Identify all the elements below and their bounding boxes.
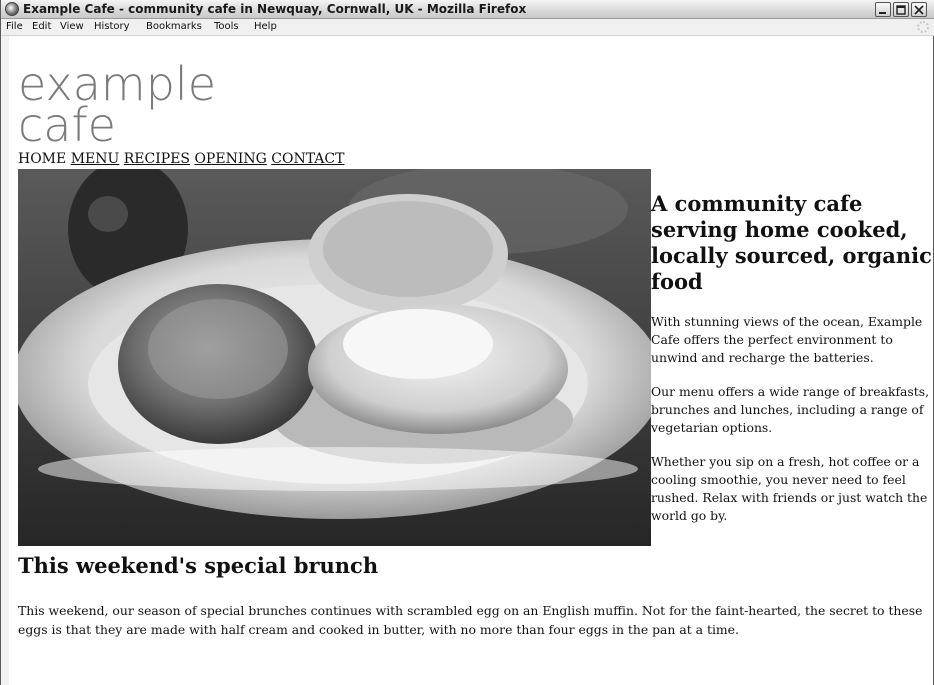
nav-contact[interactable]: CONTACT [271, 151, 344, 167]
menu-view[interactable]: View [60, 21, 84, 32]
menu-history[interactable]: History [94, 21, 130, 32]
logo-line-2: cafe [18, 98, 116, 152]
menu-tools[interactable]: Tools [214, 21, 239, 32]
maximize-icon [896, 5, 906, 15]
sidebar: A community cafe serving home cooked, lo… [651, 191, 933, 541]
sidebar-paragraph-1: With stunning views of the ocean, Exampl… [651, 314, 923, 365]
sidebar-paragraph-2: Our menu offers a wide range of breakfas… [651, 384, 930, 435]
menu-file[interactable]: File [6, 21, 23, 32]
sidebar-heading: A community cafe serving home cooked, lo… [651, 191, 932, 294]
hero-photo [18, 169, 651, 546]
site-logo[interactable]: example cafe [18, 61, 216, 152]
page-content[interactable]: example cafe HOME MENU RECIPES OPENING C… [9, 36, 933, 685]
minimize-button[interactable] [875, 2, 891, 17]
nav-home[interactable]: HOME [18, 151, 66, 167]
throbber-icon [917, 21, 929, 33]
menu-edit[interactable]: Edit [32, 21, 51, 32]
browser-window: Example Cafe - community cafe in Newquay… [0, 0, 934, 685]
nav-recipes[interactable]: RECIPES [124, 151, 190, 167]
brunch-photo-image [18, 169, 651, 546]
menu-bookmarks[interactable]: Bookmarks [146, 21, 202, 32]
menu-bar: File Edit View History Bookmarks Tools H… [1, 19, 934, 36]
nav-opening[interactable]: OPENING [194, 151, 266, 167]
special-body: This weekend, our season of special brun… [18, 603, 923, 637]
title-bar: Example Cafe - community cafe in Newquay… [1, 0, 934, 19]
window-title: Example Cafe - community cafe in Newquay… [23, 2, 527, 16]
sidebar-paragraph-3: Whether you sip on a fresh, hot coffee o… [651, 454, 928, 523]
nav-menu[interactable]: MENU [71, 151, 120, 167]
close-button[interactable] [911, 2, 927, 17]
close-icon [914, 5, 924, 15]
minimize-icon [879, 12, 886, 14]
special-heading: This weekend's special brunch [18, 553, 379, 578]
maximize-button[interactable] [893, 2, 909, 17]
menu-help[interactable]: Help [254, 21, 277, 32]
firefox-icon [5, 2, 19, 16]
site-nav: HOME MENU RECIPES OPENING CONTACT [18, 151, 344, 167]
